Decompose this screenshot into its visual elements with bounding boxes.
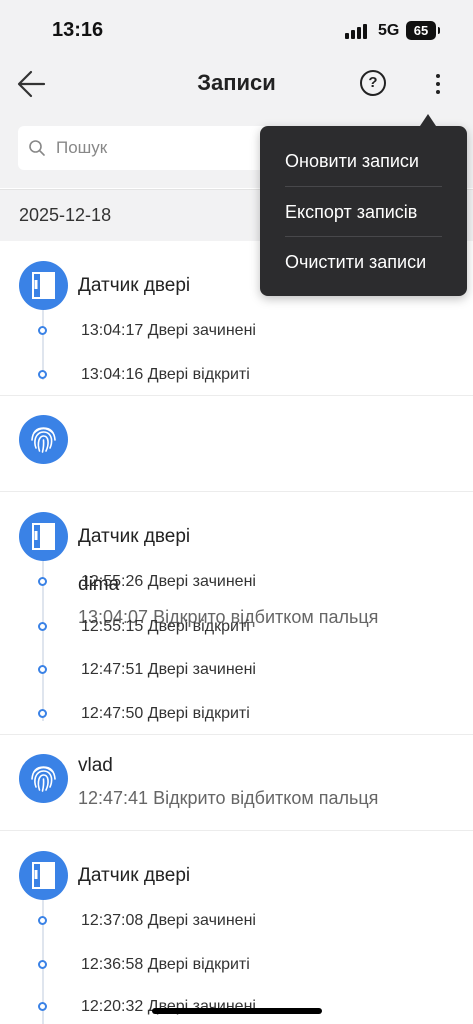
page-title: Записи (197, 70, 276, 95)
more-menu-button[interactable] (428, 70, 448, 98)
timeline-dot-icon (38, 326, 47, 335)
event-item: 12:36:58 Двері відкриті (0, 950, 473, 980)
event-text: 12:55:26 Двері зачинені (81, 573, 256, 590)
search-icon (29, 140, 45, 156)
record-title: vlad (78, 755, 113, 776)
fingerprint-avatar (19, 754, 68, 803)
event-item: 12:20:32 Двері зачинені (0, 992, 473, 1022)
status-bar: 13:16 5G 65 (0, 0, 473, 60)
network-label: 5G (378, 22, 400, 39)
date-label: 2025-12-18 (19, 205, 112, 225)
event-text: 13:04:17 Двері зачинені (81, 322, 256, 339)
event-item: 13:04:16 Двері відкриті (0, 360, 473, 390)
event-text: 12:36:58 Двері відкриті (81, 956, 250, 973)
record-group-door[interactable]: Датчик двері 12:55:26 Двері зачинені 12:… (0, 492, 473, 735)
event-text: 12:55:15 Двері відкриті (81, 618, 250, 635)
event-item: 12:47:50 Двері відкриті (0, 699, 473, 729)
record-title: Датчик двері (78, 865, 191, 886)
event-item: 12:55:15 Двері відкриті (0, 612, 473, 642)
timeline-dot-icon (38, 665, 47, 674)
menu-item-clear[interactable]: Очистити записи (260, 237, 467, 287)
record-title: Датчик двері (78, 526, 191, 547)
menu-item-refresh[interactable]: Оновити записи (260, 136, 467, 186)
event-text: 13:04:16 Двері відкриті (81, 366, 250, 383)
event-text: 12:37:08 Двері зачинені (81, 912, 256, 929)
fingerprint-avatar (19, 415, 68, 464)
menu-item-export[interactable]: Експорт записів (260, 187, 467, 237)
door-sensor-avatar (19, 261, 68, 310)
popup-menu: Оновити записи Експорт записів Очистити … (260, 114, 467, 296)
record-group-door[interactable]: Датчик двері 12:37:08 Двері зачинені 12:… (0, 831, 473, 1024)
more-dot-icon (436, 90, 440, 94)
event-item: 12:47:51 Двері зачинені (0, 655, 473, 685)
timeline-dot-icon (38, 577, 47, 586)
battery-icon: 65 (406, 21, 440, 40)
door-sensor-icon (32, 862, 55, 889)
event-text: 12:47:50 Двері відкриті (81, 705, 250, 722)
records-list: Датчик двері 13:04:17 Двері зачинені 13:… (0, 241, 473, 1024)
door-sensor-icon (32, 523, 55, 550)
record-group-user[interactable]: vlad 12:47:41 Відкрито відбитком пальця (0, 735, 473, 831)
event-text: 12:47:51 Двері зачинені (81, 661, 256, 678)
record-title: Датчик двері (78, 275, 191, 296)
door-sensor-icon (32, 272, 55, 299)
fingerprint-icon (31, 766, 56, 792)
timeline-dot-icon (38, 960, 47, 969)
timeline-dot-icon (38, 916, 47, 925)
help-icon: ? (368, 74, 378, 91)
record-group-user[interactable]: dima 13:04:07 Відкрито відбитком пальця (0, 396, 473, 627)
event-item: 12:37:08 Двері зачинені (0, 906, 473, 936)
more-dot-icon (436, 82, 440, 86)
status-time: 13:16 (52, 19, 104, 41)
timeline-dot-icon (38, 370, 47, 379)
home-indicator[interactable] (152, 1008, 322, 1014)
event-item: 13:04:17 Двері зачинені (0, 316, 473, 346)
signal-icon (345, 23, 371, 39)
door-sensor-avatar (19, 512, 68, 561)
fingerprint-icon (31, 427, 56, 453)
nav-header: Записи ? (0, 60, 473, 110)
battery-level: 65 (413, 23, 429, 38)
more-dot-icon (436, 74, 440, 78)
door-sensor-avatar (19, 851, 68, 900)
timeline-dot-icon (38, 1002, 47, 1011)
help-button[interactable]: ? (360, 70, 386, 96)
timeline-dot-icon (38, 709, 47, 718)
record-detail: 12:47:41 Відкрито відбитком пальця (78, 788, 379, 808)
timeline-dot-icon (38, 622, 47, 631)
event-item: 12:55:26 Двері зачинені (0, 567, 473, 597)
